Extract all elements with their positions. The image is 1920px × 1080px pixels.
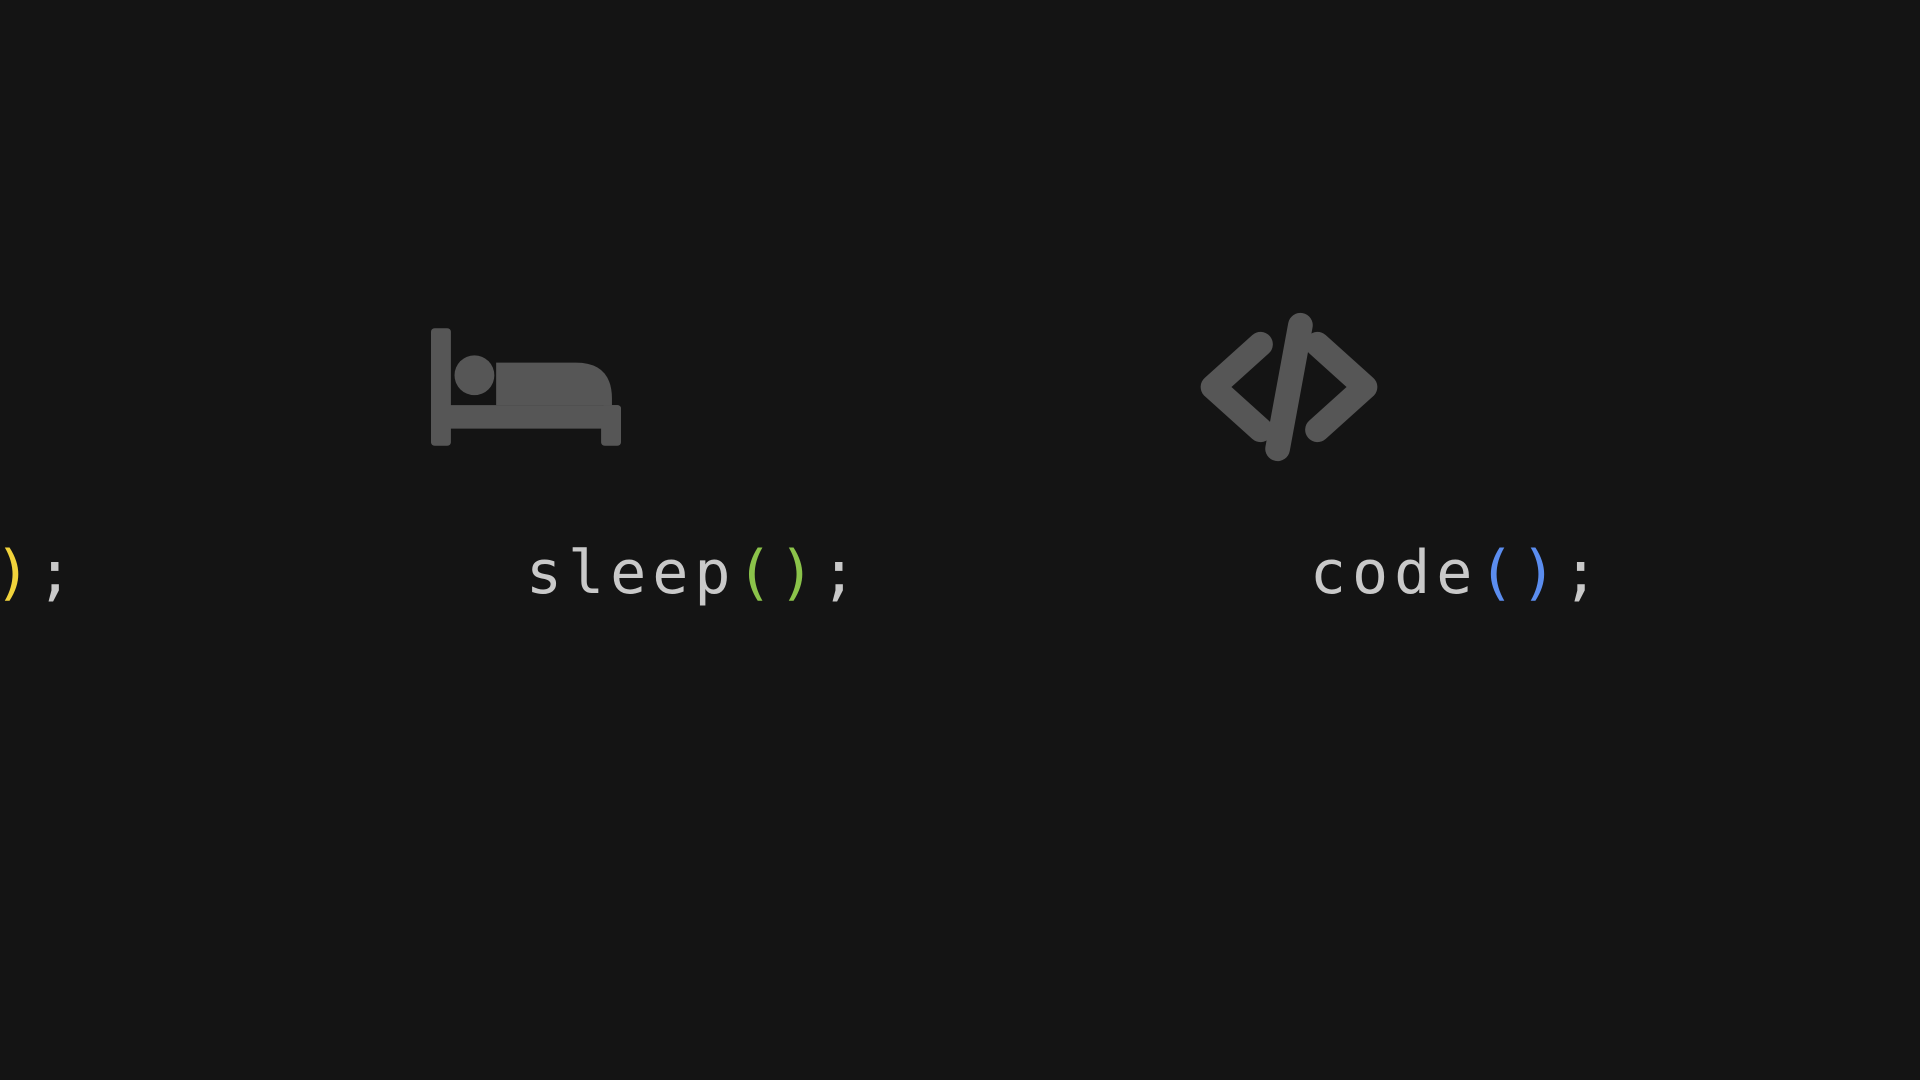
- caption-repeat: repeat();: [1715, 468, 1920, 678]
- item-sleep: sleep();: [189, 282, 863, 678]
- function-row: eat(); sleep();: [0, 282, 1920, 678]
- word: code: [1310, 538, 1479, 608]
- semicolon: ;: [821, 538, 863, 608]
- semicolon: ;: [1563, 538, 1605, 608]
- paren-close: ): [779, 538, 821, 608]
- paren-close: ): [0, 538, 37, 608]
- word: sleep: [526, 538, 737, 608]
- semicolon: ;: [37, 538, 79, 608]
- item-repeat: repeat();: [1715, 282, 1920, 678]
- caption-sleep: sleep();: [189, 468, 863, 678]
- paren-close: ): [1520, 538, 1562, 608]
- caption-code: code();: [973, 468, 1605, 678]
- item-eat: eat();: [0, 282, 79, 678]
- bed-icon: [431, 282, 621, 462]
- wallpaper: eat(); sleep();: [0, 0, 1920, 1080]
- paren-open: (: [737, 538, 779, 608]
- item-code: code();: [973, 282, 1605, 678]
- code-icon: [1194, 282, 1384, 462]
- paren-open: (: [1478, 538, 1520, 608]
- caption-eat: eat();: [0, 468, 79, 678]
